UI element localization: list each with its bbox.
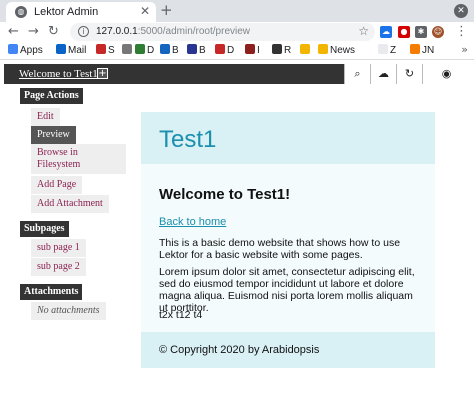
- preview-body: Welcome to Test1! Back to home This is a…: [141, 164, 435, 332]
- browser-toolbar: ← → ↻ i 127.0.0.1:5000/admin/root/previe…: [0, 22, 474, 42]
- refresh-icon[interactable]: ↻: [396, 64, 422, 84]
- sidebar-action-browse-filesystem[interactable]: Browse in Filesystem: [31, 144, 126, 174]
- window-close-icon[interactable]: ✕: [454, 4, 468, 18]
- bookmark-label: D: [227, 45, 235, 56]
- preview-paragraph-intro: This is a basic demo website that shows …: [159, 237, 401, 261]
- forward-arrow-icon[interactable]: →: [28, 24, 39, 39]
- add-page-button[interactable]: +: [97, 68, 108, 79]
- copyright-text: © Copyright 2020 by Arabidopsis: [159, 344, 320, 356]
- preview-heading: Welcome to Test1!: [159, 186, 291, 203]
- bookmark-wiki[interactable]: [122, 44, 134, 58]
- tab-strip: ◍ Lektor Admin ✕ + ✕: [0, 0, 474, 22]
- back-arrow-icon[interactable]: ←: [8, 24, 19, 39]
- wiki-icon: [122, 44, 132, 54]
- attachments-heading: Attachments: [20, 284, 83, 300]
- jn-bookmark-icon: [410, 44, 420, 54]
- b2-bookmark-icon: [187, 44, 197, 54]
- bookmark-folder[interactable]: [300, 44, 312, 58]
- bookmark-d[interactable]: D: [135, 44, 154, 58]
- bookmark-mail[interactable]: Mail: [56, 44, 86, 58]
- bookmark-i[interactable]: I: [245, 44, 260, 58]
- url-path: :5000/admin/root/preview: [137, 26, 251, 37]
- bookmark-apps[interactable]: Apps: [8, 44, 43, 58]
- profile-avatar-icon[interactable]: ☺: [432, 26, 444, 38]
- tab-lektor-admin[interactable]: ◍ Lektor Admin ✕: [6, 2, 156, 22]
- back-to-home-link[interactable]: Back to home: [159, 216, 226, 228]
- bookmark-label: B: [199, 45, 206, 56]
- preview-footer: © Copyright 2020 by Arabidopsis: [141, 332, 435, 368]
- bookmark-jn[interactable]: JN: [410, 44, 434, 58]
- address-bar[interactable]: i 127.0.0.1:5000/admin/root/preview ☆: [70, 23, 375, 41]
- browser-menu-icon[interactable]: ⋮: [455, 24, 468, 39]
- sidebar-subpage-1[interactable]: sub page 1: [31, 239, 86, 257]
- s-bookmark-icon: [96, 44, 106, 54]
- new-tab-icon[interactable]: +: [160, 1, 173, 19]
- folder-icon: [300, 44, 310, 54]
- apps-grid-icon: [8, 44, 18, 54]
- outlook-icon: [56, 44, 66, 54]
- browser-window: ◍ Lektor Admin ✕ + ✕ ← → ↻ i 127.0.0.1:5…: [0, 0, 474, 404]
- no-attachments-text: No attachments: [31, 302, 106, 320]
- url-text: 127.0.0.1:5000/admin/root/preview: [96, 26, 250, 37]
- z-bookmark-icon: [378, 44, 388, 54]
- bookmarks-overflow-icon[interactable]: »: [461, 43, 468, 56]
- d-bookmark-icon: [135, 44, 145, 54]
- bookmark-label: Apps: [20, 45, 43, 56]
- bookmark-s[interactable]: S: [96, 44, 115, 58]
- cloud-upload-icon[interactable]: ☁: [370, 64, 396, 84]
- globe-icon: ◍: [15, 6, 27, 18]
- lektor-header: Welcome to Test1! + ⌕ ☁ ↻ ◉: [4, 64, 470, 84]
- sidebar-action-add-attachment[interactable]: Add Attachment: [31, 195, 109, 213]
- reload-icon[interactable]: ↻: [48, 24, 59, 39]
- bookmark-star-icon[interactable]: ☆: [358, 24, 369, 38]
- d2-bookmark-icon: [215, 44, 225, 54]
- bookmarks-bar: Apps Mail S D B B D I R News Z JN »: [0, 42, 474, 60]
- news-folder-icon: [318, 44, 328, 54]
- bookmark-label: JN: [422, 45, 435, 56]
- bookmark-d2[interactable]: D: [215, 44, 234, 58]
- extension-red-icon[interactable]: ●: [398, 26, 410, 38]
- bookmark-b[interactable]: B: [160, 44, 179, 58]
- subpages-heading: Subpages: [20, 221, 69, 237]
- preview-banner: Test1: [141, 112, 435, 164]
- bookmark-z[interactable]: Z: [378, 44, 396, 58]
- tab-close-icon[interactable]: ✕: [140, 4, 150, 18]
- info-icon[interactable]: i: [78, 26, 89, 37]
- preview-site-title[interactable]: Test1: [159, 126, 216, 154]
- preview-paragraph-lorem: Lorem ipsum dolor sit amet, consectetur …: [159, 266, 415, 314]
- bookmark-news[interactable]: News: [318, 44, 355, 58]
- sidebar-action-add-page[interactable]: Add Page: [31, 176, 83, 194]
- extension-cloud-icon[interactable]: ☁: [380, 26, 392, 38]
- url-host: 127.0.0.1: [96, 26, 138, 37]
- extensions-puzzle-icon[interactable]: ✱: [415, 26, 427, 38]
- bookmark-label: B: [172, 45, 179, 56]
- sidebar-subpage-2[interactable]: sub page 2: [31, 258, 86, 276]
- sidebar-action-preview[interactable]: Preview: [31, 126, 76, 144]
- eye-icon[interactable]: ◉: [422, 64, 470, 84]
- b-bookmark-icon: [160, 44, 170, 54]
- bookmark-label: R: [284, 45, 292, 56]
- page-actions-heading: Page Actions: [20, 88, 83, 104]
- bookmark-label: Mail: [68, 45, 87, 56]
- bookmark-label: I: [257, 45, 260, 56]
- i-bookmark-icon: [245, 44, 255, 54]
- bookmark-label: Z: [390, 45, 397, 56]
- bookmark-label: S: [108, 45, 115, 56]
- tab-title: Lektor Admin: [34, 6, 99, 18]
- site-title-link[interactable]: Welcome to Test1!: [19, 68, 101, 80]
- r-bookmark-icon: [272, 44, 282, 54]
- search-icon[interactable]: ⌕: [344, 64, 370, 84]
- preview-tags: t2x t12 t4: [159, 309, 203, 321]
- bookmark-r[interactable]: R: [272, 44, 291, 58]
- preview-frame[interactable]: Test1 Welcome to Test1! Back to home Thi…: [141, 112, 435, 368]
- sidebar-action-edit[interactable]: Edit: [31, 108, 60, 126]
- bookmark-label: D: [147, 45, 155, 56]
- bookmark-label: News: [330, 45, 356, 56]
- bookmark-b2[interactable]: B: [187, 44, 206, 58]
